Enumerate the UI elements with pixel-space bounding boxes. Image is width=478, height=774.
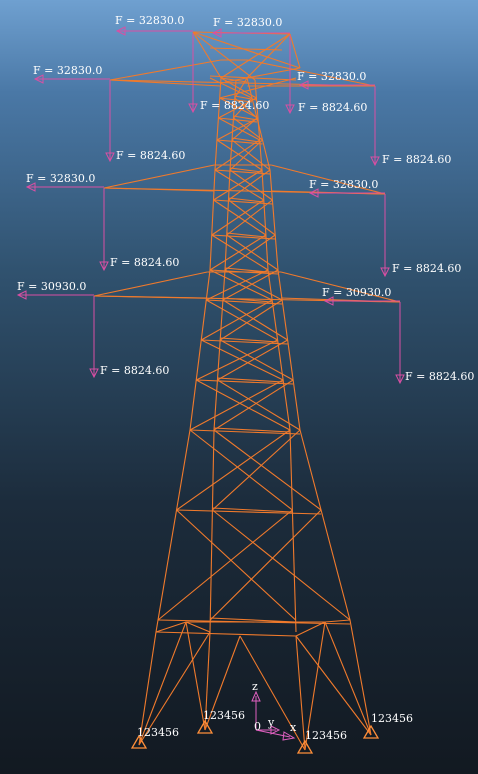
tower-member: [209, 234, 267, 271]
tower-member: [217, 379, 301, 431]
tower-member: [213, 379, 294, 431]
load-label-v5: F = 8824.60: [110, 256, 179, 269]
tower-member: [155, 631, 297, 637]
load-label-v2: F = 8824.60: [298, 101, 367, 114]
tower-member: [189, 429, 293, 511]
tower-member: [176, 429, 291, 511]
model-viewport[interactable]: F = 32830.0 F = 32830.0 F = 32830.0 F = …: [0, 0, 478, 774]
load-label-v3: F = 8824.60: [116, 149, 185, 162]
load-label-v6: F = 8824.60: [392, 262, 461, 275]
tower-member: [103, 164, 215, 189]
tower-member: [201, 339, 284, 381]
tower-member: [189, 269, 211, 431]
tower-member: [109, 59, 221, 81]
tower-member: [295, 635, 306, 751]
tower-member: [176, 509, 297, 621]
load-label-h5: F = 32830.0: [26, 172, 95, 185]
tower-member: [213, 199, 267, 236]
support-label-3: 123456: [305, 729, 347, 742]
tower-member: [261, 169, 269, 271]
tower-member: [289, 429, 297, 633]
tower-member: [196, 339, 278, 381]
tower-member: [212, 509, 351, 621]
tower-member: [206, 269, 269, 301]
tower-member: [192, 31, 222, 79]
tower-member: [228, 199, 276, 236]
tower-member: [269, 169, 279, 271]
tower-member: [211, 199, 265, 236]
load-label-h6: F = 32830.0: [309, 178, 378, 191]
triad-z-label: z: [252, 680, 258, 693]
tower-member: [192, 31, 256, 81]
axis-triad: z y x 0: [251, 680, 297, 741]
support-label-2: 123456: [203, 709, 245, 722]
tower-member: [185, 621, 211, 633]
tower-member: [226, 234, 279, 271]
tower-member: [229, 169, 273, 201]
load-label-v1: F = 8824.60: [200, 99, 269, 112]
tower-member: [289, 33, 301, 69]
tower-member: [176, 509, 322, 515]
triad-origin-label: 0: [254, 720, 261, 733]
tower-member: [222, 299, 288, 341]
tower-member: [213, 169, 263, 201]
load-label-v8: F = 8824.60: [405, 370, 474, 383]
load-label-h3: F = 32830.0: [33, 64, 102, 77]
tower-member: [157, 509, 293, 621]
tower-member: [189, 379, 284, 431]
support-label-4: 123456: [371, 712, 413, 725]
tower-member: [295, 635, 372, 736]
tower-member: [224, 269, 283, 301]
tower-member: [212, 429, 301, 511]
tower-member: [211, 234, 269, 271]
tower-member: [299, 429, 351, 621]
load-label-h1: F = 32830.0: [115, 14, 184, 27]
tower-member: [209, 169, 216, 271]
tower-member: [219, 299, 283, 341]
tower-member: [195, 379, 291, 431]
tower-member: [224, 169, 231, 271]
tower-member: [209, 429, 215, 633]
load-label-h4: F = 32830.0: [297, 70, 366, 83]
load-label-h8: F = 30930.0: [322, 286, 391, 299]
tower-member: [155, 621, 187, 633]
tower-member: [155, 429, 191, 633]
tower-member: [214, 77, 222, 171]
load-label-v4: F = 8824.60: [382, 153, 451, 166]
tower-member: [200, 299, 273, 341]
tower-member: [209, 269, 273, 301]
tower-member: [209, 509, 322, 621]
tower-member: [219, 339, 294, 381]
tower-members: [93, 31, 401, 751]
tower-member: [217, 339, 288, 381]
support-label-1: 123456: [137, 726, 179, 739]
load-label-h2: F = 32830.0: [213, 16, 282, 29]
load-label-v7: F = 8824.60: [100, 364, 169, 377]
tower-member: [324, 621, 372, 736]
tower-member: [324, 619, 351, 623]
tower-member: [214, 169, 265, 201]
triad-y-label: y: [267, 716, 275, 729]
triad-x-label: x: [290, 721, 297, 734]
tower-member: [277, 269, 301, 431]
load-label-h7: F = 30930.0: [17, 280, 86, 293]
tower-member: [205, 299, 278, 341]
tower-member: [349, 619, 372, 736]
tower-member: [295, 621, 326, 637]
tower-member: [213, 429, 322, 511]
tower-member: [216, 139, 263, 145]
triad-x-axis: [255, 729, 291, 738]
tower-member: [93, 271, 208, 297]
